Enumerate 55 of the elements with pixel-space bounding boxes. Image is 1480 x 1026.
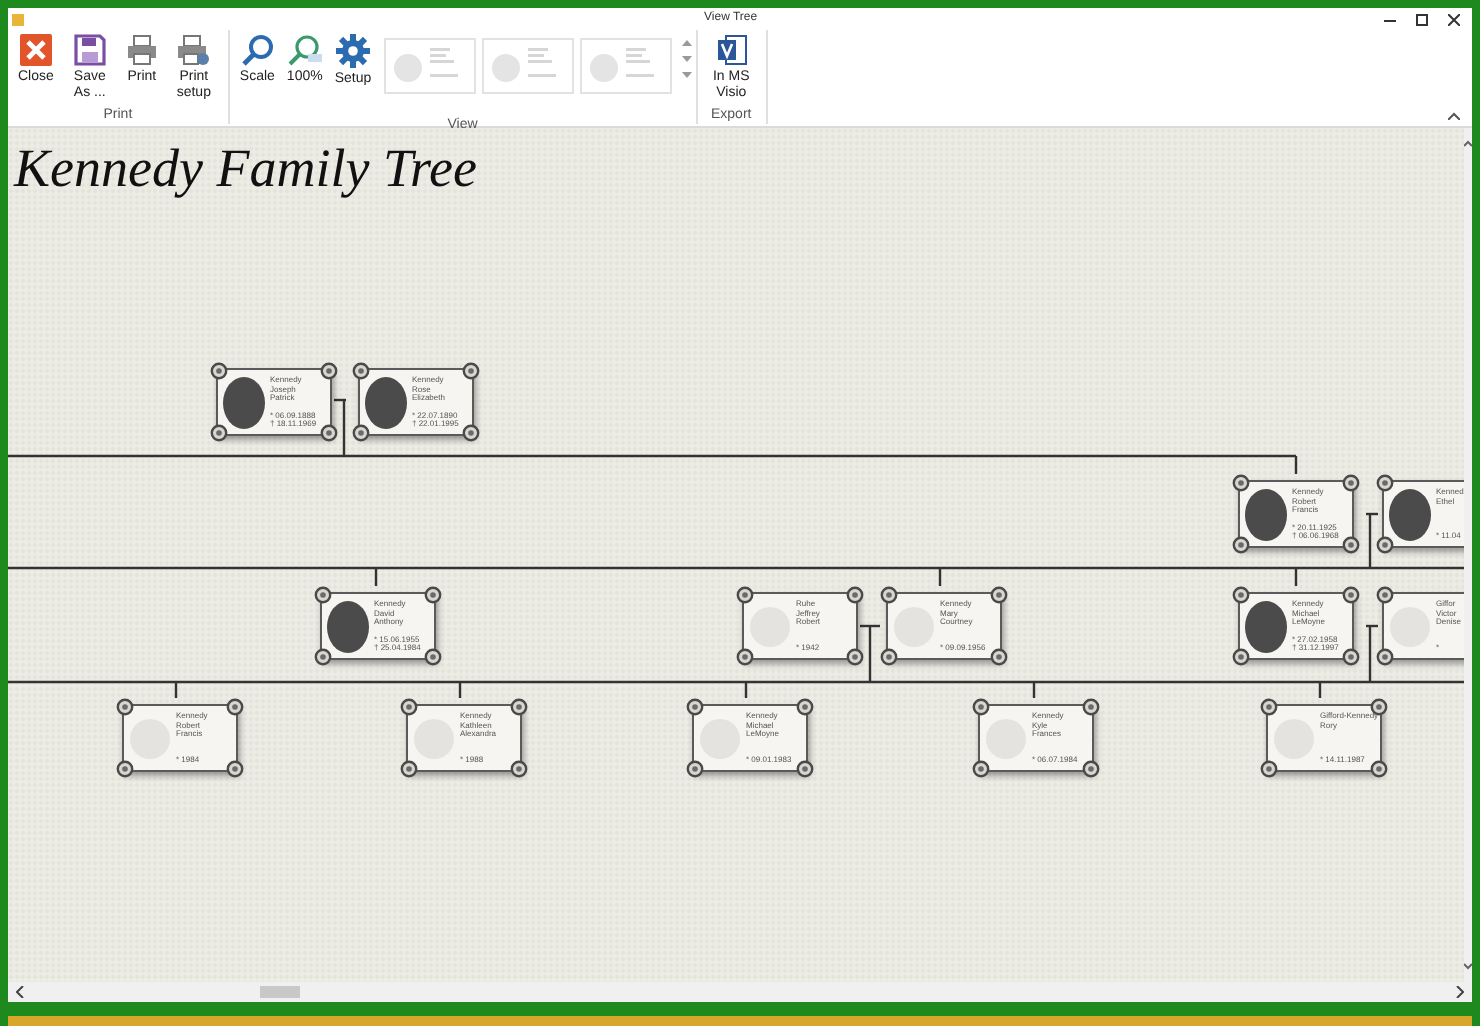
corner-ornament-icon (400, 760, 418, 778)
collapse-ribbon-icon[interactable] (1448, 112, 1460, 120)
corner-ornament-icon (736, 648, 754, 666)
zoom-icon (287, 34, 322, 66)
app-icon (12, 13, 24, 25)
scrollbar-thumb[interactable] (260, 986, 300, 998)
corner-ornament-icon (314, 586, 332, 604)
corner-ornament-icon (1082, 760, 1100, 778)
search-icon (241, 34, 274, 66)
expand-gallery-icon[interactable] (681, 70, 692, 80)
corner-ornament-icon (226, 698, 244, 716)
corner-ornament-icon (1232, 648, 1250, 666)
corner-ornament-icon (686, 760, 704, 778)
corner-ornament-icon (796, 760, 814, 778)
corner-ornament-icon (210, 424, 228, 442)
corner-ornament-icon (400, 698, 418, 716)
corner-ornament-icon (424, 586, 442, 604)
template-thumbnail[interactable] (579, 38, 672, 94)
scroll-down-icon[interactable] (681, 54, 692, 64)
corner-ornament-icon (210, 362, 228, 380)
corner-ornament-icon (314, 648, 332, 666)
corner-ornament-icon (1232, 536, 1250, 554)
corner-ornament-icon (116, 698, 134, 716)
corner-ornament-icon (1260, 760, 1278, 778)
corner-ornament-icon (1232, 474, 1250, 492)
tree-title: Kennedy Family Tree (14, 136, 477, 200)
maximize-icon[interactable] (1416, 13, 1428, 25)
scroll-right-icon[interactable] (1456, 986, 1464, 998)
corner-ornament-icon (1370, 698, 1388, 716)
corner-ornament-icon (1370, 760, 1388, 778)
corner-ornament-icon (796, 698, 814, 716)
corner-ornament-icon (972, 698, 990, 716)
corner-ornament-icon (972, 760, 990, 778)
close-icon[interactable] (1448, 13, 1460, 25)
template-thumbnail[interactable] (481, 38, 574, 94)
corner-ornament-icon (990, 586, 1008, 604)
corner-ornament-icon (462, 362, 480, 380)
corner-ornament-icon (226, 760, 244, 778)
corner-ornament-icon (510, 760, 528, 778)
scroll-up-icon[interactable] (681, 38, 692, 48)
corner-ornament-icon (736, 586, 754, 604)
corner-ornament-icon (686, 698, 704, 716)
corner-ornament-icon (1260, 698, 1278, 716)
scroll-up-icon[interactable] (1464, 140, 1472, 148)
corner-ornament-icon (1232, 586, 1250, 604)
template-thumbnail[interactable] (383, 38, 476, 94)
corner-ornament-icon (510, 698, 528, 716)
scroll-down-icon[interactable] (1464, 962, 1472, 970)
corner-ornament-icon (462, 424, 480, 442)
scroll-left-icon[interactable] (16, 986, 24, 998)
corner-ornament-icon (116, 760, 134, 778)
corner-ornament-icon (1082, 698, 1100, 716)
corner-ornament-icon (990, 648, 1008, 666)
save-icon (73, 34, 106, 66)
corner-ornament-icon (424, 648, 442, 666)
